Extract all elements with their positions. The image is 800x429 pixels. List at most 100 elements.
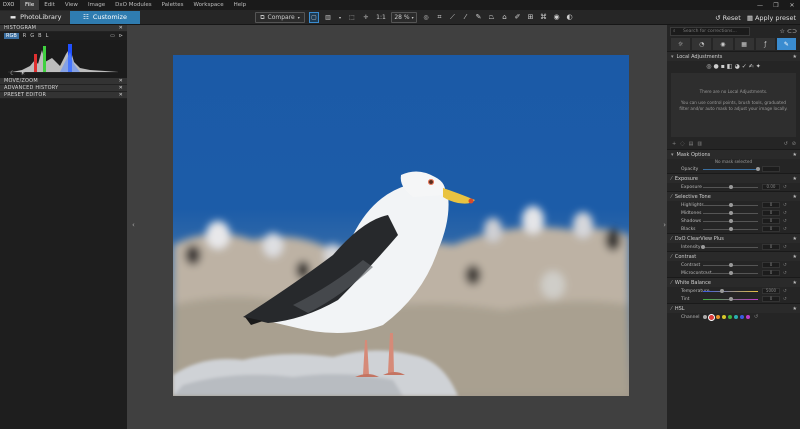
channel-green-swatch[interactable] bbox=[728, 315, 732, 319]
reset-icon[interactable]: ↺ bbox=[783, 263, 787, 268]
star-icon[interactable]: ★ bbox=[793, 194, 800, 200]
lasso-icon[interactable]: ✓ bbox=[742, 63, 747, 70]
shadow-clip-icon[interactable]: ☾ bbox=[10, 70, 15, 77]
channel-rgb[interactable]: RGB bbox=[4, 33, 19, 39]
tab-customize[interactable]: ☷ Customize bbox=[70, 10, 140, 24]
menu-file[interactable]: File bbox=[20, 0, 40, 10]
perspective-icon[interactable]: ⏢ bbox=[487, 12, 496, 22]
main-photo[interactable] bbox=[173, 55, 629, 396]
menu-help[interactable]: Help bbox=[229, 0, 252, 10]
crop-icon[interactable]: ⌗ bbox=[435, 12, 444, 22]
reset-icon[interactable]: ↺ bbox=[784, 141, 788, 147]
contrast-header[interactable]: ⁄ Contrast ★ bbox=[667, 252, 800, 261]
fit-screen-button[interactable]: ⬚ bbox=[347, 12, 357, 23]
exposure-slider[interactable]: Exposure 0.00 ↺ bbox=[667, 183, 800, 191]
tab-local-icon[interactable]: ✎ bbox=[776, 38, 797, 50]
channel-b[interactable]: B bbox=[38, 33, 41, 39]
eye-icon[interactable]: ◉ bbox=[552, 12, 561, 22]
channel-yellow-swatch[interactable] bbox=[722, 315, 726, 319]
channel-l[interactable]: L bbox=[46, 33, 49, 39]
channel-red-swatch[interactable] bbox=[708, 313, 715, 321]
channel-cyan-swatch[interactable] bbox=[734, 315, 738, 319]
close-icon[interactable]: ✕ bbox=[119, 92, 127, 98]
highlight-clip-icon[interactable]: ☀ bbox=[20, 70, 25, 77]
channel-all-swatch[interactable] bbox=[703, 315, 707, 319]
local-adjustments-header[interactable]: ▾ Local Adjustments ★ bbox=[667, 52, 800, 61]
star-icon[interactable]: ☆ bbox=[780, 28, 785, 35]
brush-icon[interactable]: ● bbox=[713, 63, 718, 70]
clearview-header[interactable]: ⁄ DxO ClearView Plus ★ bbox=[667, 234, 800, 243]
compare-button[interactable]: ⧉ Compare ▾ bbox=[255, 12, 305, 23]
reset-icon[interactable]: ↺ bbox=[783, 185, 787, 190]
menu-workspace[interactable]: Workspace bbox=[189, 0, 229, 10]
reset-icon[interactable]: ↺ bbox=[783, 289, 787, 294]
intensity-slider[interactable]: Intensity 0 ↺ bbox=[667, 243, 800, 251]
advanced-history-header[interactable]: ADVANCED HISTORY ✕ bbox=[0, 85, 127, 92]
temperature-slider[interactable]: Temperature 5000 ↺ bbox=[667, 287, 800, 295]
star-icon[interactable]: ★ bbox=[793, 280, 800, 286]
close-icon[interactable]: ✕ bbox=[119, 25, 127, 31]
histogram-header[interactable]: HISTOGRAM ✕ bbox=[0, 25, 127, 32]
reset-icon[interactable]: ↺ bbox=[783, 219, 787, 224]
control-point-icon[interactable]: ◎ bbox=[706, 63, 711, 70]
tab-light-icon[interactable]: ☼ bbox=[671, 38, 691, 50]
tab-photolibrary[interactable]: ▬ PhotoLibrary bbox=[0, 10, 70, 24]
split-view-button[interactable]: ▥ bbox=[323, 12, 333, 23]
opacity-slider[interactable]: Opacity bbox=[667, 165, 800, 173]
white-balance-header[interactable]: ⁄ White Balance ★ bbox=[667, 278, 800, 287]
star-icon[interactable]: ★ bbox=[793, 54, 800, 60]
horizon-icon[interactable]: ⟋ bbox=[448, 12, 457, 22]
apply-preset-button[interactable]: ▦ Apply preset bbox=[747, 14, 796, 22]
minimize-button[interactable]: — bbox=[752, 2, 768, 9]
wand-icon[interactable]: ✦ bbox=[756, 63, 761, 70]
maximize-button[interactable]: ❐ bbox=[768, 2, 784, 9]
menu-palettes[interactable]: Palettes bbox=[157, 0, 189, 10]
star-icon[interactable]: ★ bbox=[793, 176, 800, 182]
toggle-icon[interactable]: ⊂⊃ bbox=[787, 28, 800, 35]
collapse-left-icon[interactable]: ‹ bbox=[132, 221, 135, 229]
clipping-icon[interactable]: ⊳ bbox=[119, 33, 127, 39]
tab-geometry-icon[interactable]: ▦ bbox=[734, 38, 754, 50]
movezoom-header[interactable]: MOVE/ZOOM ✕ bbox=[0, 78, 127, 85]
view-dropdown[interactable]: ▾ bbox=[337, 12, 343, 23]
tab-effects-icon[interactable]: ƒ bbox=[755, 38, 775, 50]
repair-icon[interactable]: ✎ bbox=[474, 12, 483, 22]
local-adjust-icon[interactable]: ✐ bbox=[513, 12, 522, 22]
blacks-slider[interactable]: Blacks 0 ↺ bbox=[667, 225, 800, 233]
microcontrast-slider[interactable]: Microcontrast 0 ↺ bbox=[667, 269, 800, 277]
reset-icon[interactable]: ↺ bbox=[783, 227, 787, 232]
delete-icon[interactable]: ⊘ bbox=[792, 141, 800, 147]
monitor-icon[interactable]: ▭ bbox=[110, 33, 115, 39]
link-icon[interactable]: ⌘ bbox=[539, 12, 548, 22]
close-icon[interactable]: ✕ bbox=[119, 85, 127, 91]
close-icon[interactable]: ✕ bbox=[119, 78, 127, 84]
grid-icon[interactable]: ⊞ bbox=[526, 12, 535, 22]
pen-icon[interactable]: ✍ bbox=[749, 63, 754, 70]
star-icon[interactable]: ★ bbox=[793, 254, 800, 260]
menu-view[interactable]: View bbox=[60, 0, 83, 10]
visibility-icon[interactable]: ◌ bbox=[680, 141, 684, 147]
paste-icon[interactable]: ▥ bbox=[697, 141, 702, 147]
search-input[interactable]: ⌕ Search for corrections... bbox=[670, 26, 750, 36]
reset-icon[interactable]: ↺ bbox=[754, 314, 758, 320]
channel-blue-swatch[interactable] bbox=[740, 315, 744, 319]
tab-color-icon[interactable]: ◔ bbox=[692, 38, 712, 50]
reset-icon[interactable]: ↺ bbox=[783, 211, 787, 216]
zoom-select[interactable]: 28 % ▾ bbox=[391, 12, 417, 23]
star-icon[interactable]: ★ bbox=[793, 236, 800, 242]
copy-icon[interactable]: ▤ bbox=[689, 141, 694, 147]
info-icon[interactable]: ◐ bbox=[565, 12, 574, 22]
star-icon[interactable]: ★ bbox=[793, 152, 800, 158]
shadows-slider[interactable]: Shadows 0 ↺ bbox=[667, 217, 800, 225]
tint-slider[interactable]: Tint 0 ↺ bbox=[667, 295, 800, 303]
reset-icon[interactable]: ↺ bbox=[783, 271, 787, 276]
reset-icon[interactable]: ↺ bbox=[783, 245, 787, 250]
close-button[interactable]: ✕ bbox=[784, 2, 800, 9]
loupe-button[interactable]: ◎ bbox=[421, 12, 431, 23]
channel-orange-swatch[interactable] bbox=[716, 315, 720, 319]
contrast-slider[interactable]: Contrast 0 ↺ bbox=[667, 261, 800, 269]
channel-magenta-swatch[interactable] bbox=[746, 315, 750, 319]
volume-icon[interactable]: ⌂ bbox=[500, 12, 509, 22]
mask-options-header[interactable]: ▾ Mask Options ★ bbox=[667, 150, 800, 159]
add-icon[interactable]: + bbox=[672, 141, 676, 147]
